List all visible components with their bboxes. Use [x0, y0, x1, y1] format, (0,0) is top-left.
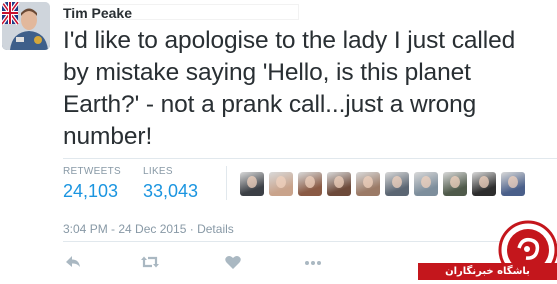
- likes-stat[interactable]: LIKES 33,043: [143, 166, 198, 202]
- reply-button[interactable]: [63, 252, 83, 272]
- retweets-stat[interactable]: RETWEETS 24,103: [63, 166, 121, 202]
- liker-face: [450, 176, 460, 188]
- liker-avatar-2[interactable]: [269, 172, 293, 196]
- author-photo: [2, 2, 50, 50]
- meta-separator: ·: [189, 222, 194, 236]
- divider-top: [63, 158, 557, 159]
- liker-avatar-3[interactable]: [298, 172, 322, 196]
- liker-face: [421, 176, 431, 188]
- watermark-text: باشگاه خبرنگاران: [418, 263, 557, 280]
- stats-separator: [226, 166, 227, 200]
- liker-avatar-4[interactable]: [327, 172, 351, 196]
- liker-avatar-8[interactable]: [443, 172, 467, 196]
- retweets-count: 24,103: [63, 181, 119, 201]
- liker-face: [334, 176, 344, 188]
- details-link[interactable]: Details: [197, 222, 234, 236]
- liker-avatar-9[interactable]: [472, 172, 496, 196]
- watermark-stamp: باشگاه خبرنگاران: [418, 214, 557, 284]
- author-header: Tim Peake: [63, 4, 299, 21]
- liker-avatar-1[interactable]: [240, 172, 264, 196]
- more-button[interactable]: [303, 252, 323, 272]
- retweet-icon: [141, 256, 159, 268]
- liker-face: [508, 176, 518, 188]
- tweet-timestamp[interactable]: 3:04 PM - 24 Dec 2015: [63, 222, 186, 236]
- heart-icon: [225, 255, 241, 269]
- likes-label: LIKES: [143, 166, 173, 177]
- like-button[interactable]: [223, 252, 243, 272]
- liker-avatar-7[interactable]: [414, 172, 438, 196]
- liker-face: [363, 176, 373, 188]
- liker-face: [392, 176, 402, 188]
- retweet-button[interactable]: [140, 252, 160, 272]
- reply-icon: [66, 256, 80, 267]
- retweets-label: RETWEETS: [63, 166, 121, 177]
- liker-avatar-6[interactable]: [385, 172, 409, 196]
- more-icon: [305, 261, 321, 265]
- liker-face: [276, 176, 286, 188]
- tweet-meta: 3:04 PM - 24 Dec 2015 · Details: [63, 222, 234, 236]
- liker-face: [305, 176, 315, 188]
- likes-count: 33,043: [143, 181, 199, 201]
- author-name[interactable]: Tim Peake: [63, 5, 132, 21]
- liker-avatar-5[interactable]: [356, 172, 380, 196]
- liker-face: [247, 176, 257, 188]
- tweet-text: I'd like to apologise to the lady I just…: [63, 27, 516, 150]
- author-avatar[interactable]: [2, 2, 50, 50]
- liker-face: [479, 176, 489, 188]
- liker-avatar-10[interactable]: [501, 172, 525, 196]
